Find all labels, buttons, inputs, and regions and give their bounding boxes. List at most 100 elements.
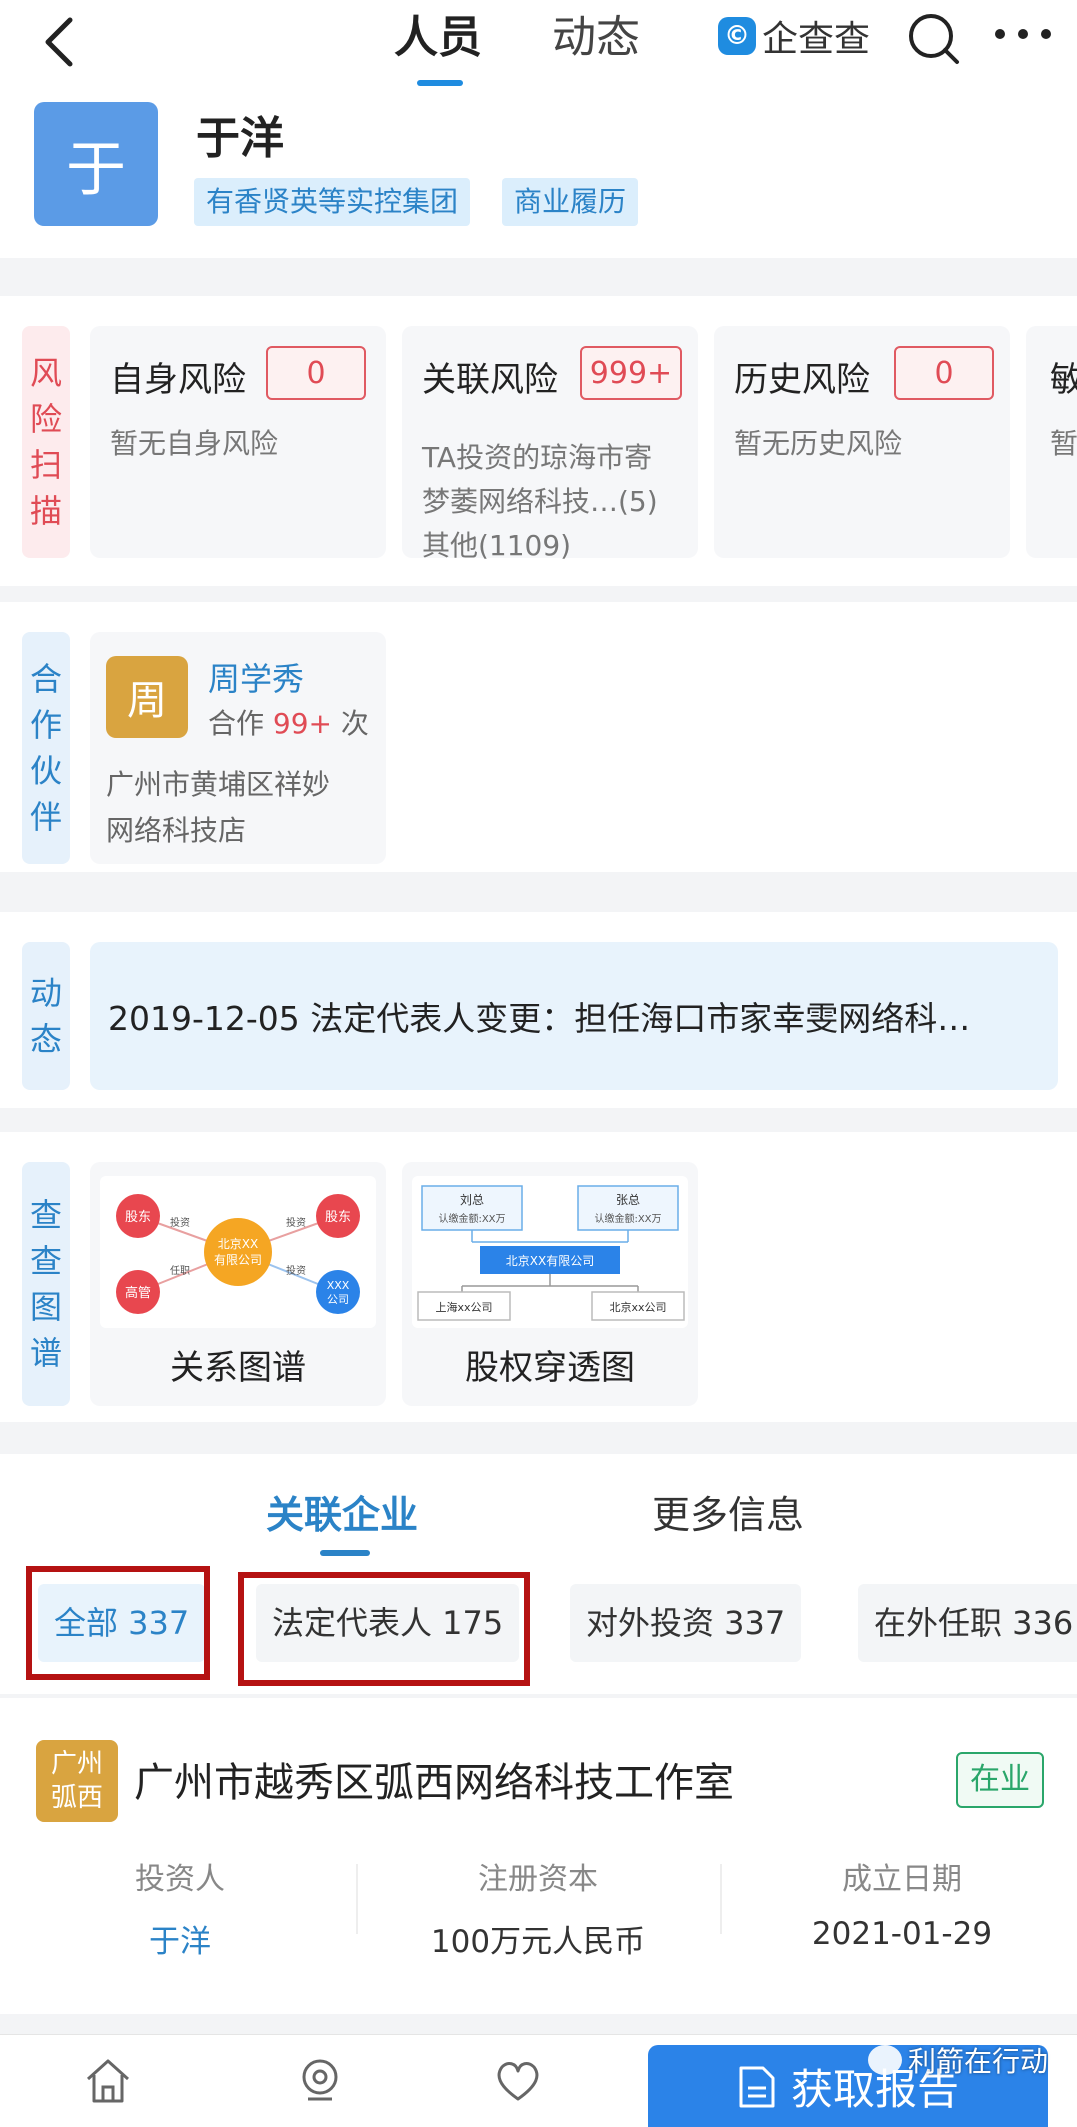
back-arrow-icon[interactable] — [36, 14, 86, 70]
highlight-box — [238, 1572, 530, 1686]
relationship-graph-card[interactable]: 北京XX 有限公司 股东 股东 高管 XXX 公司 投资 投资 任职 投资 关系… — [90, 1162, 386, 1406]
investor-link[interactable]: 于洋 — [30, 1916, 330, 1961]
company-line: 广州市黄埔区祥妙 — [106, 768, 331, 801]
company-line: 网络科技店 — [106, 814, 247, 847]
risk-desc-line: TA投资的琼海市寄 — [422, 441, 653, 474]
equity-center-text: 北京XX有限公司 — [506, 1254, 594, 1268]
column-separator — [720, 1864, 722, 1934]
label-char: 态 — [29, 1020, 62, 1058]
label-char: 扫 — [29, 446, 62, 484]
risk-count-badge: 0 — [266, 346, 366, 400]
risk-desc-line: 其他(1109) — [422, 529, 572, 562]
risk-desc: 暂无历史风险 — [734, 427, 903, 460]
partner-label: 合 作 伙 伴 — [22, 632, 70, 864]
label-char: 伙 — [29, 752, 62, 790]
graph-edge-text: 投资 — [170, 1216, 190, 1229]
risk-card-history[interactable]: 历史风险 0 暂无历史风险 — [714, 326, 1010, 558]
risk-title: 敏 — [1050, 360, 1077, 400]
graph-node-text: 高管 — [125, 1285, 151, 1301]
graph-title: 股权穿透图 — [465, 1348, 635, 1388]
heart-icon[interactable] — [490, 2053, 546, 2109]
coop-prefix: 合作 — [208, 707, 265, 740]
graph-node-text: 公司 — [327, 1293, 349, 1306]
home-icon[interactable] — [80, 2053, 136, 2109]
news-section: 动 态 2019-12-05 法定代表人变更：担任海口市家幸雯网络科… — [0, 912, 1077, 1108]
graph-node-text: 股东 — [125, 1210, 151, 1225]
risk-desc: 暂 — [1050, 427, 1077, 460]
risk-desc-line: 梦萎网络科技…(5) — [422, 485, 658, 518]
graph-title: 关系图谱 — [170, 1348, 306, 1388]
risk-title: 自身风险 — [110, 360, 246, 400]
label-char: 合 — [29, 660, 62, 698]
risk-scan-label: 风 险 扫 描 — [22, 326, 70, 558]
partner-card[interactable]: 周 周学秀 合作 99+ 次 广州市黄埔区祥妙 网络科技店 — [90, 632, 386, 864]
relationship-graph-thumbnail: 北京XX 有限公司 股东 股东 高管 XXX 公司 投资 投资 任职 投资 — [100, 1176, 376, 1328]
risk-card-self[interactable]: 自身风险 0 暂无自身风险 — [90, 326, 386, 558]
brand-name: 企查查 — [762, 19, 871, 60]
partner-section: 合 作 伙 伴 周 周学秀 合作 99+ 次 广州市黄埔区祥妙 网络科技店 — [0, 602, 1077, 872]
column-label: 注册资本 — [478, 1862, 598, 1897]
avatar: 于 — [34, 102, 158, 226]
tab-related-companies[interactable]: 关联企业 — [266, 1484, 418, 1539]
label-char: 动 — [29, 974, 62, 1012]
filter-chip-investment[interactable]: 对外投资 337 — [570, 1584, 802, 1662]
risk-desc: 暂无自身风险 — [110, 427, 279, 460]
column-label: 投资人 — [135, 1862, 225, 1897]
column-value: 100万元人民币 — [430, 1924, 646, 1960]
graph-edge-text: 投资 — [286, 1264, 306, 1277]
more-icon[interactable] — [990, 14, 1056, 54]
graph-label: 查 查 图 谱 — [22, 1162, 70, 1406]
highlight-box — [26, 1566, 210, 1680]
search-icon[interactable] — [903, 8, 963, 68]
label-char: 作 — [29, 706, 62, 744]
coop-suffix: 次 — [340, 707, 369, 740]
watermark-text: 利箭在行动 — [908, 2045, 1049, 2078]
risk-card-sensitive[interactable]: 敏 暂 — [1026, 326, 1077, 558]
column-founded-date: 成立日期 2021-01-29 — [752, 1854, 1052, 1952]
column-value: 2021-01-29 — [811, 1916, 993, 1952]
brand: © 企查查 — [718, 14, 870, 60]
related-companies-panel: 关联企业 更多信息 全部 337 法定代表人 175 对外投资 337 在外任职… — [0, 1454, 1077, 2014]
watermark: 利箭在行动 — [868, 2040, 1048, 2080]
label-char: 查 — [29, 1196, 62, 1234]
qichacha-logo-icon: © — [718, 17, 756, 55]
camera-icon[interactable] — [292, 2053, 348, 2109]
label-char: 风 — [29, 354, 62, 392]
wechat-icon — [868, 2045, 902, 2075]
tab-underline — [320, 1550, 370, 1556]
equity-top-name: 张总 — [616, 1193, 640, 1207]
equity-bottom-text: 上海xx公司 — [435, 1300, 492, 1314]
partner-name[interactable]: 周学秀 — [208, 654, 304, 700]
graph-center-text: 有限公司 — [214, 1253, 262, 1267]
label-char: 谱 — [29, 1334, 62, 1372]
tag-group[interactable]: 有香贤英等实控集团 — [194, 178, 471, 226]
person-name: 于洋 — [196, 113, 284, 164]
risk-card-related[interactable]: 关联风险 999+ TA投资的琼海市寄 梦萎网络科技…(5) 其他(1109) — [402, 326, 698, 562]
company-name[interactable]: 广州市越秀区弧西网络科技工作室 — [134, 1750, 734, 1808]
tag-business-history[interactable]: 商业履历 — [502, 178, 639, 226]
filter-chip-external-position[interactable]: 在外任职 336 — [858, 1584, 1077, 1662]
risk-desc: TA投资的琼海市寄 梦萎网络科技…(5) 其他(1109) — [422, 436, 702, 568]
company-logo-text: 广州 — [50, 1749, 103, 1779]
equity-top-amount: 认缴金额:XX万 — [594, 1212, 661, 1225]
risk-count-badge: 0 — [894, 346, 994, 400]
column-label: 成立日期 — [842, 1862, 962, 1897]
status-badge: 在业 — [956, 1752, 1044, 1808]
company-logo-text: 弧西 — [50, 1783, 103, 1813]
tab-personnel[interactable]: 人员 — [394, 8, 482, 68]
coop-number: 99+ — [272, 707, 333, 740]
column-separator — [356, 1864, 358, 1934]
partner-company: 广州市黄埔区祥妙 网络科技店 — [106, 762, 376, 854]
risk-count-badge: 999+ — [580, 346, 682, 400]
tab-more-info[interactable]: 更多信息 — [652, 1484, 804, 1539]
column-investor: 投资人 于洋 — [30, 1854, 330, 1961]
tab-activity[interactable]: 动态 — [552, 8, 640, 68]
news-item[interactable]: 2019-12-05 法定代表人变更：担任海口市家幸雯网络科… — [90, 942, 1058, 1090]
equity-graph-card[interactable]: 刘总 认缴金额:XX万 张总 认缴金额:XX万 北京XX有限公司 上海xx公司 … — [402, 1162, 698, 1406]
news-text: 2019-12-05 法定代表人变更：担任海口市家幸雯网络科… — [108, 999, 971, 1038]
partner-avatar: 周 — [106, 656, 188, 738]
label-char: 图 — [29, 1288, 62, 1326]
label-char: 伴 — [29, 798, 62, 836]
graph-edge-text: 投资 — [286, 1216, 306, 1229]
graph-center-text: 北京XX — [218, 1237, 258, 1251]
